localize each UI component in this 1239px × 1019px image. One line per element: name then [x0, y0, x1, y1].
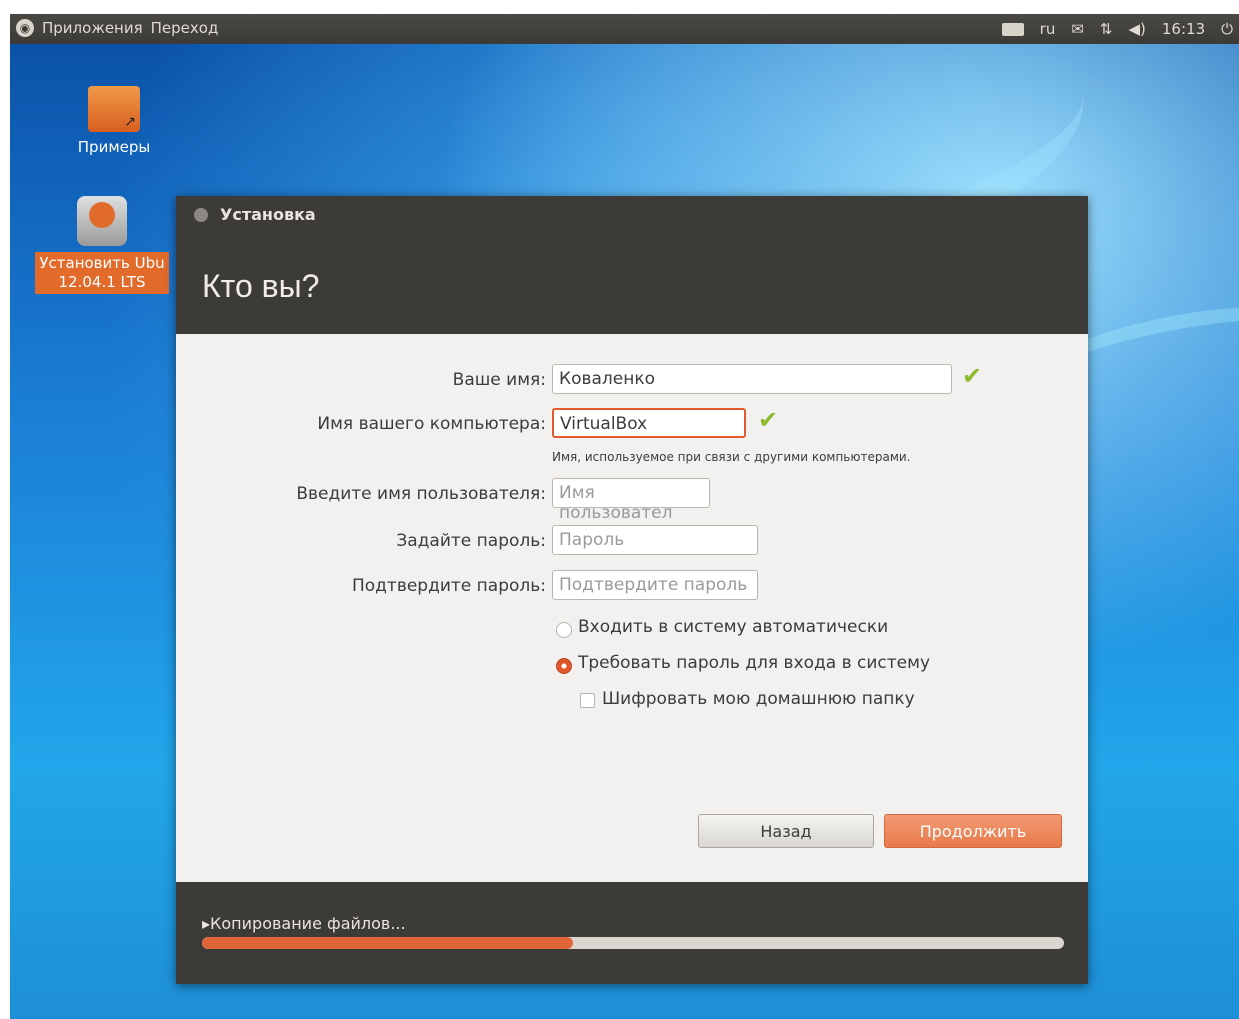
valid-check-icon: ✔	[758, 406, 779, 434]
top-panel: ◉ Приложения Переход ru ✉ ⇅ ◀) 16:13 ⏻	[10, 14, 1239, 44]
installer-window: Установка Кто вы? Ваше имя: Коваленко ✔ …	[176, 196, 1088, 984]
desktop-icon-label: Установить Ubu	[39, 254, 165, 272]
confirm-password-field[interactable]: Подтвердите пароль	[552, 570, 758, 600]
autologin-label[interactable]: Входить в систему автоматически	[578, 617, 888, 637]
places-menu[interactable]: Переход	[151, 19, 219, 37]
confirm-password-label: Подтвердите пароль:	[351, 576, 546, 596]
progress-text: Копирование файлов...	[210, 914, 406, 933]
network-icon[interactable]: ⇅	[1100, 20, 1113, 38]
username-placeholder: Имя пользовател	[559, 483, 673, 523]
password-label: Задайте пароль:	[396, 531, 546, 551]
desktop-icon-examples[interactable]: Примеры	[54, 86, 174, 156]
computer-name-field[interactable]: VirtualBox	[552, 408, 746, 438]
valid-check-icon: ✔	[962, 362, 983, 390]
back-button[interactable]: Назад	[698, 814, 874, 848]
desktop-icon-label: 12.04.1 LTS	[58, 273, 146, 291]
close-icon[interactable]	[194, 208, 208, 222]
username-label: Введите имя пользователя:	[296, 484, 546, 504]
password-field[interactable]: Пароль	[552, 525, 758, 555]
username-field[interactable]: Имя пользовател	[552, 478, 710, 523]
continue-button[interactable]: Продолжить	[884, 814, 1062, 848]
ubuntu-logo-icon[interactable]: ◉	[16, 19, 34, 37]
document-heading-fragment	[0, 0, 1239, 14]
progress-fill	[202, 937, 573, 949]
clock[interactable]: 16:13	[1162, 20, 1205, 38]
name-field[interactable]: Коваленко	[552, 364, 952, 394]
power-icon[interactable]: ⏻	[1221, 20, 1233, 38]
desktop-icon-label: Примеры	[77, 138, 151, 156]
page-title: Кто вы?	[202, 268, 320, 304]
mail-icon[interactable]: ✉	[1071, 20, 1084, 38]
confirm-password-placeholder: Подтвердите пароль	[559, 575, 748, 595]
window-title: Установка	[220, 205, 316, 224]
progress-label[interactable]: ▸Копирование файлов...	[202, 914, 406, 933]
progress-bar	[202, 937, 1064, 949]
require-password-label[interactable]: Требовать пароль для входа в систему	[578, 653, 930, 673]
computer-name-label: Имя вашего компьютера:	[317, 414, 546, 434]
computer-name-hint: Имя, используемое при связи с другими ко…	[552, 450, 911, 464]
volume-icon[interactable]: ◀)	[1129, 20, 1146, 38]
name-label: Ваше имя:	[452, 370, 546, 390]
computer-name-value: VirtualBox	[560, 414, 648, 434]
encrypt-home-checkbox[interactable]	[580, 693, 595, 708]
form-area: Ваше имя: Коваленко ✔ Имя вашего компьют…	[176, 334, 1088, 882]
encrypt-home-label[interactable]: Шифровать мою домашнюю папку	[602, 689, 915, 709]
autologin-radio[interactable]	[556, 622, 572, 638]
applications-menu[interactable]: Приложения	[42, 19, 143, 37]
desktop-screen: ◉ Приложения Переход ru ✉ ⇅ ◀) 16:13 ⏻ П…	[10, 14, 1239, 1019]
installer-icon	[77, 196, 127, 246]
name-value: Коваленко	[559, 369, 656, 389]
progress-section: ▸Копирование файлов...	[176, 882, 1088, 984]
require-password-radio[interactable]	[556, 658, 572, 674]
desktop-icon-install-ubuntu[interactable]: Установить Ubu 12.04.1 LTS	[32, 196, 172, 294]
folder-icon	[88, 86, 140, 132]
keyboard-layout-indicator[interactable]: ru	[1040, 20, 1056, 38]
password-placeholder: Пароль	[559, 530, 625, 550]
keyboard-icon[interactable]	[1001, 22, 1024, 36]
window-titlebar[interactable]: Установка	[176, 196, 1088, 236]
